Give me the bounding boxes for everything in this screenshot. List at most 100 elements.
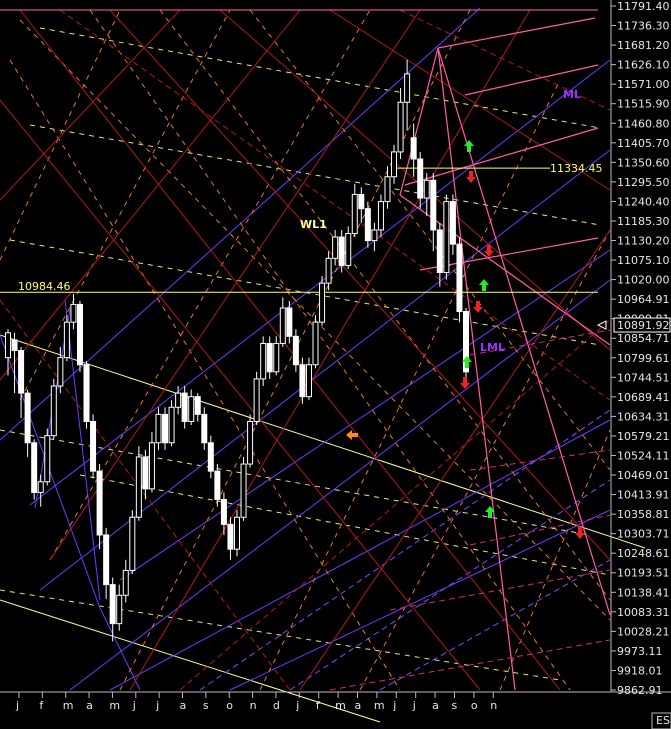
price-tick-label: 11571.00 [617, 78, 670, 91]
price-tick-label: 10248.61 [617, 547, 670, 560]
price-tick-label: 11515.90 [617, 98, 670, 111]
price-tick-label: 10744.51 [617, 371, 670, 384]
candle-body [325, 257, 332, 284]
time-tick-label: a [180, 699, 187, 712]
candle-body [456, 243, 463, 313]
price-tick-label: 10358.81 [617, 508, 670, 521]
candle-body [162, 413, 169, 444]
candle-body [175, 392, 182, 408]
chart-background [0, 0, 671, 729]
candle-body [76, 303, 83, 366]
time-tick-label: m [109, 699, 120, 712]
time-tick-label: o [471, 699, 478, 712]
price-tick-label: 11350.60 [617, 156, 670, 169]
stock-chart: 10984.46 11334.45 ML WL1 LML 11791.40 11736.… [0, 0, 671, 729]
candle-body [148, 442, 155, 490]
time-tick-label: o [226, 699, 233, 712]
candle-body [312, 321, 319, 366]
time-tick-label: a [86, 699, 93, 712]
candle-body [404, 73, 411, 103]
candle-body [443, 201, 450, 274]
time-tick-label: j [155, 699, 159, 712]
price-tick-label: 10854.71 [617, 332, 670, 345]
price-tick-label: 10689.41 [617, 391, 670, 404]
time-tick-label: m [374, 699, 385, 712]
candle-body [371, 229, 378, 242]
candle-body [5, 332, 11, 359]
price-tick-label: 11791.40 [617, 0, 670, 13]
candle-body [103, 534, 110, 586]
candle-body [345, 232, 352, 266]
candle-body [417, 158, 424, 199]
candle-body [364, 208, 371, 242]
candle-body [358, 193, 365, 210]
candle-body [305, 364, 312, 398]
candle-body [423, 179, 430, 199]
candle-body [194, 396, 201, 415]
time-tick-label: m [335, 699, 346, 712]
price-tick-label: 10579.21 [617, 430, 670, 443]
chart-annotation: LML [480, 341, 505, 354]
price-tick-label: 10193.51 [617, 567, 670, 580]
price-tick-label: 10138.41 [617, 586, 670, 599]
price-tick-label: 10634.31 [617, 410, 670, 423]
price-tick-label: 10413.91 [617, 489, 670, 502]
price-tick-label: 10303.71 [617, 528, 670, 541]
candle-body [332, 236, 339, 259]
price-tick-label: 10028.21 [617, 625, 670, 638]
price-tick-label: 11020.00 [617, 274, 670, 287]
candle-body [430, 179, 437, 231]
candle-body [135, 456, 142, 518]
price-tick-label: 10083.31 [617, 606, 670, 619]
candle-body [122, 569, 129, 596]
candle-body [436, 229, 443, 274]
candle-body [129, 516, 136, 571]
current-price-label: 10891.92 [617, 319, 670, 332]
time-tick-label: a [354, 699, 361, 712]
time-tick-label: s [203, 699, 209, 712]
time-tick-label: j [295, 699, 299, 712]
candle-body [181, 392, 188, 422]
price-tick-label: 11185.30 [617, 215, 670, 228]
time-tick-label: n [490, 699, 497, 712]
time-tick-label: s [451, 699, 457, 712]
candle-body [260, 342, 267, 380]
candle-body [319, 282, 326, 323]
candle-body [266, 342, 273, 373]
time-tick-label: a [432, 699, 439, 712]
candle-body [273, 342, 280, 373]
candle-body [44, 435, 51, 483]
candle-body [11, 339, 18, 352]
candle-body [286, 307, 293, 337]
candle-body [168, 406, 175, 444]
price-tick-label: 9973.11 [617, 645, 663, 658]
candle-body [397, 101, 404, 153]
candle-body [240, 463, 247, 518]
candle-body [377, 201, 384, 231]
candle-body [116, 594, 123, 625]
price-tick-label: 10524.11 [617, 449, 670, 462]
time-tick-label: n [250, 699, 257, 712]
candle-body [96, 470, 103, 536]
candle-body [227, 523, 234, 550]
time-tick-label: d [273, 699, 280, 712]
time-tick-label: j [132, 699, 136, 712]
candle-body [90, 420, 97, 472]
candle-body [188, 396, 195, 422]
price-tick-label: 11681.20 [617, 39, 670, 52]
candle-body [410, 137, 417, 160]
price-tick-label: 11405.70 [617, 137, 670, 150]
candle-body [201, 413, 208, 444]
price-tick-label: 10964.91 [617, 293, 670, 306]
price-tick-label: 11130.20 [617, 235, 670, 248]
candle-body [279, 307, 286, 344]
chart-annotation: WL1 [300, 218, 327, 231]
time-tick-label: j [412, 699, 416, 712]
candle-body [70, 303, 77, 323]
candle-body [449, 201, 456, 245]
candle-body [83, 364, 90, 422]
candle-body [247, 420, 254, 465]
price-tick-label: 11295.50 [617, 176, 670, 189]
candle-body [299, 364, 306, 398]
candle-body [31, 442, 38, 493]
